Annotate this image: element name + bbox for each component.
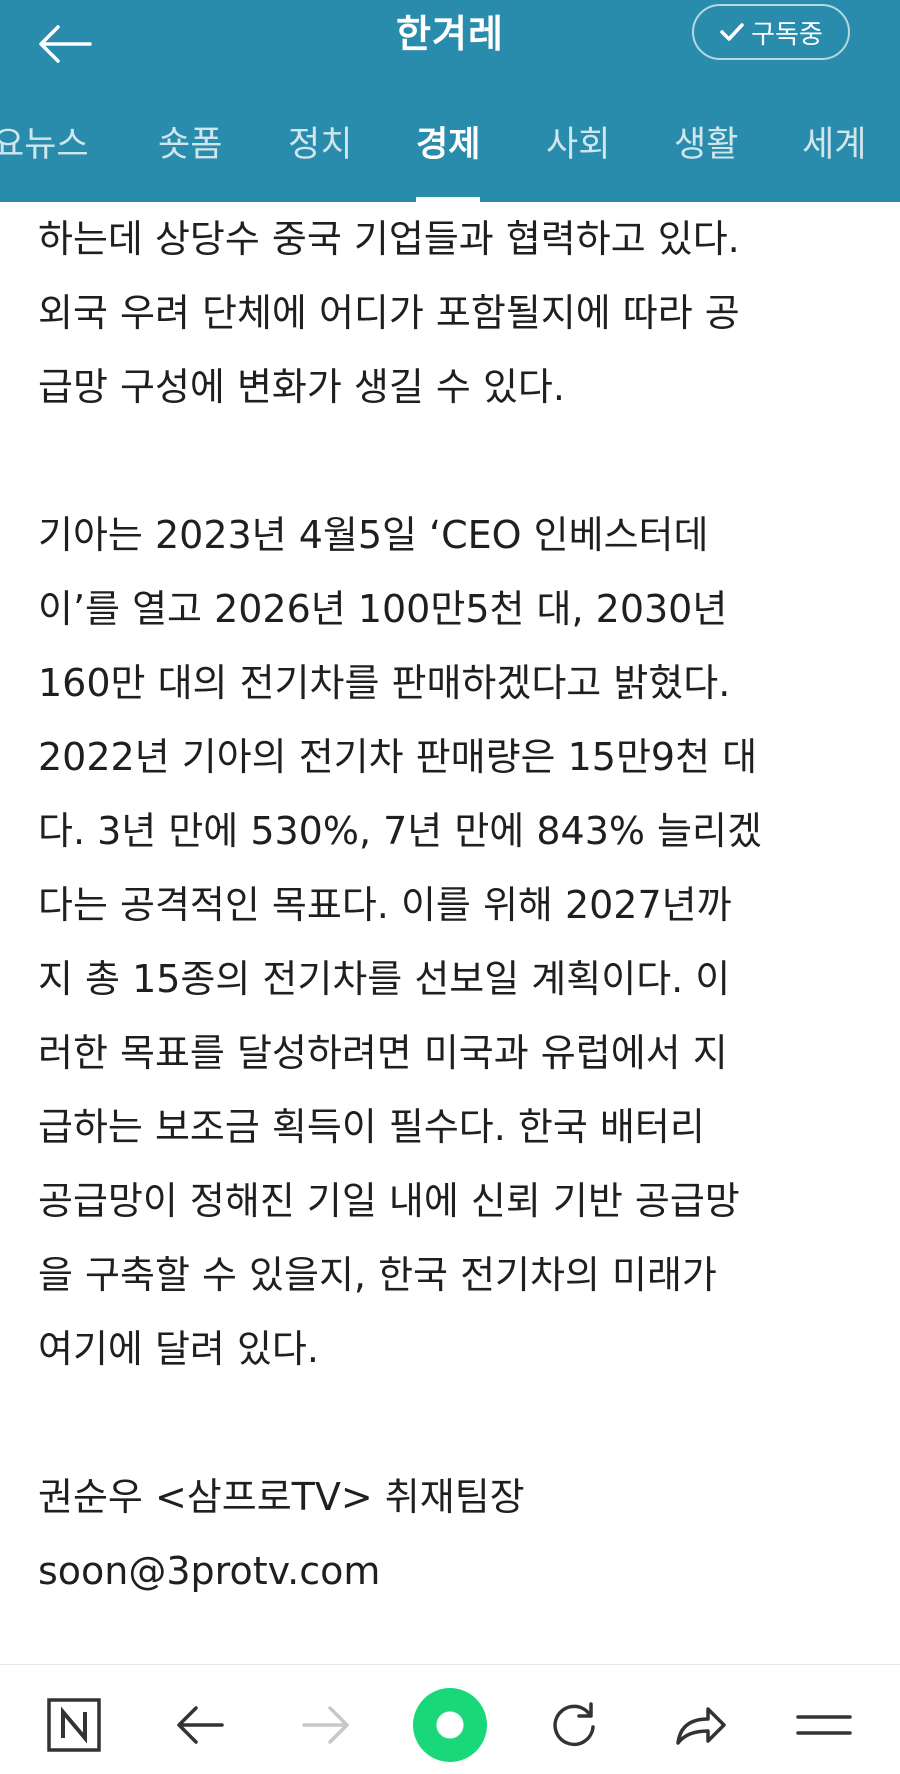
naver-n-icon (47, 1698, 101, 1752)
refresh-button[interactable] (534, 1685, 614, 1765)
article-paragraph: 하는데 상당수 중국 기업들과 협력하고 있다. 외국 우려 단체에 어디가 포… (38, 217, 740, 409)
forward-arrow-icon (302, 1706, 349, 1744)
refresh-icon (553, 1702, 595, 1747)
tab-label: 숏폼 (158, 125, 223, 165)
tab-label: 요뉴스 (0, 125, 89, 165)
back-arrow-icon (39, 25, 92, 63)
tab-label: 사회 (546, 125, 611, 165)
naver-home-button[interactable] (34, 1685, 114, 1765)
back-arrow-icon (177, 1706, 224, 1744)
menu-icon (796, 1715, 852, 1735)
bottom-navigation (0, 1664, 900, 1774)
author-name: 권순우 <삼프로TV> 취재팀장 (38, 1475, 525, 1519)
article-body: 하는데 상당수 중국 기업들과 협력하고 있다. 외국 우려 단체에 어디가 포… (38, 202, 868, 1662)
tab-label: 세계 (802, 125, 867, 165)
green-dot-button[interactable] (410, 1685, 490, 1765)
tab-main-news[interactable]: 요뉴스 (0, 92, 89, 202)
tab-label: 생활 (674, 125, 739, 165)
tab-label: 경제 (416, 125, 481, 165)
subscribe-button[interactable]: 구독중 (692, 4, 850, 60)
tab-life[interactable]: 생활 (674, 92, 738, 202)
check-icon (720, 23, 744, 41)
green-dot-icon (413, 1688, 487, 1762)
share-icon (676, 1707, 726, 1745)
tab-society[interactable]: 사회 (546, 92, 610, 202)
tab-politics[interactable]: 정치 (288, 92, 352, 202)
browser-forward-button[interactable] (286, 1685, 366, 1765)
author-email: soon@3protv.com (38, 1549, 381, 1593)
tab-world[interactable]: 세계 (802, 92, 866, 202)
article-paragraph: 기아는 2023년 4월5일 ‘CEO 인베스터데 이’를 열고 2026년 1… (38, 513, 762, 1371)
byline: 권순우 <삼프로TV> 취재팀장 soon@3protv.com (38, 1460, 868, 1608)
menu-button[interactable] (784, 1685, 864, 1765)
browser-back-button[interactable] (160, 1685, 240, 1765)
tab-shortform[interactable]: 숏폼 (158, 92, 222, 202)
share-button[interactable] (660, 1685, 740, 1765)
tab-label: 정치 (288, 125, 353, 165)
app-header: 한겨레 구독중 (0, 0, 900, 92)
subscribe-label: 구독중 (751, 19, 823, 50)
tab-economy[interactable]: 경제 (416, 92, 481, 202)
category-tabs: 요뉴스 숏폼 정치 경제 사회 생활 세계 (0, 92, 900, 202)
back-button[interactable] (32, 12, 96, 76)
